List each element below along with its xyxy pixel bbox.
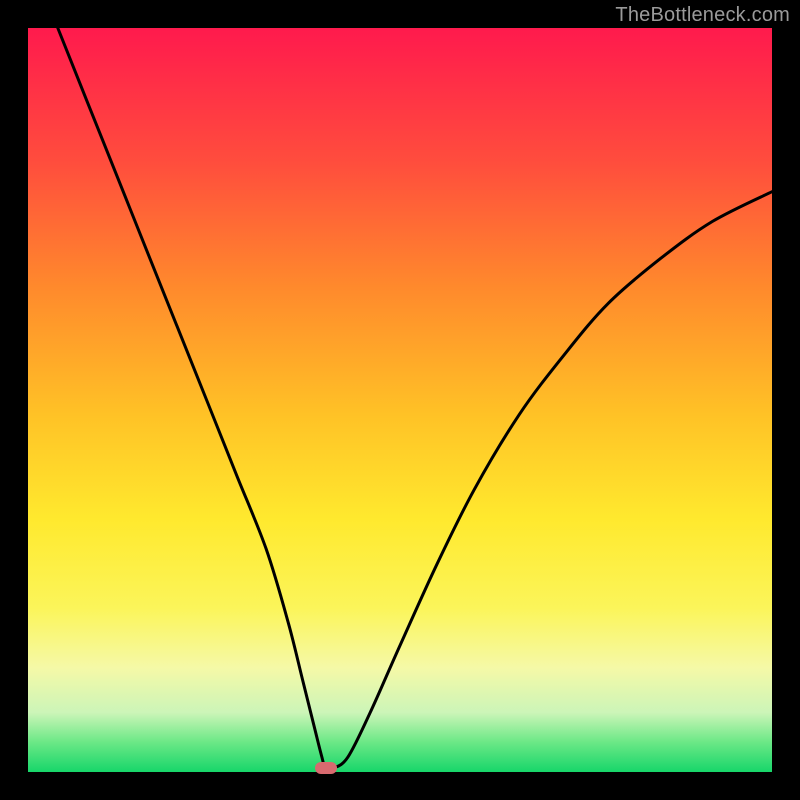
chart-frame: TheBottleneck.com bbox=[0, 0, 800, 800]
bottleneck-curve bbox=[28, 28, 772, 772]
optimum-marker bbox=[315, 762, 337, 774]
watermark-text: TheBottleneck.com bbox=[615, 4, 790, 27]
plot-area bbox=[28, 28, 772, 772]
